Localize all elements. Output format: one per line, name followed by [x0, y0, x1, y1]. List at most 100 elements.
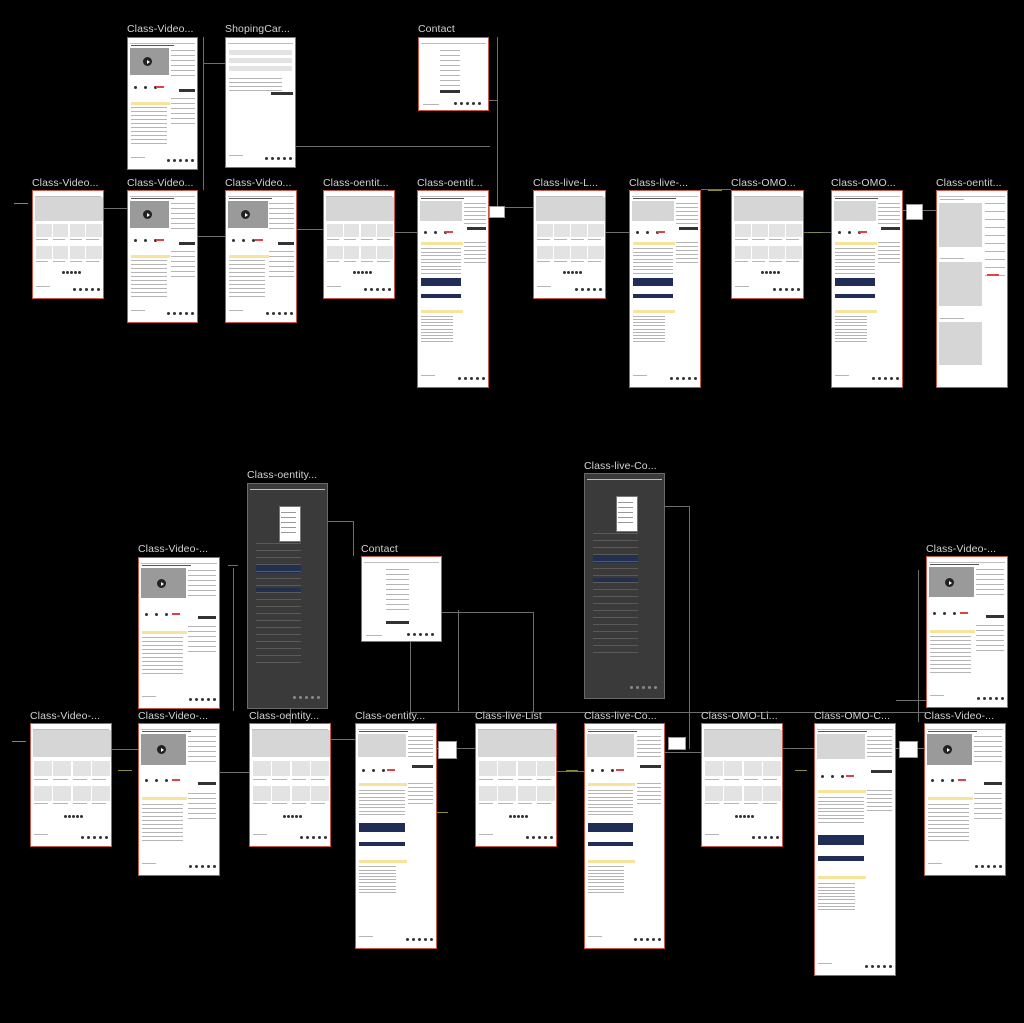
ui-block	[554, 238, 567, 240]
frame-title[interactable]: Class-oentity...	[355, 710, 425, 722]
ui-block	[360, 260, 373, 262]
ui-block	[142, 827, 183, 829]
course-title	[142, 731, 192, 733]
ui-block	[142, 819, 183, 821]
frame-title[interactable]: Class-Video...	[32, 177, 99, 189]
ui-block	[636, 794, 662, 796]
tab-icon	[951, 779, 954, 783]
frame-title[interactable]: Contact	[361, 543, 398, 555]
course-card	[588, 223, 604, 237]
artboard-frame[interactable]	[475, 723, 557, 847]
ui-block	[97, 288, 100, 291]
frame-title[interactable]: Class-oentit...	[417, 177, 483, 189]
artboard-frame[interactable]	[30, 723, 112, 847]
frame-title[interactable]: Class-live-List	[475, 710, 542, 722]
artboard-frame[interactable]	[225, 37, 296, 168]
artboard-frame[interactable]	[127, 190, 198, 323]
ui-block	[524, 814, 528, 818]
ui-block	[975, 865, 978, 868]
annotation-tag	[438, 741, 457, 759]
ui-block	[579, 270, 583, 274]
artboard-frame[interactable]	[138, 723, 220, 876]
frame-title[interactable]: Class-live-L...	[533, 177, 598, 189]
ui-block	[538, 836, 541, 839]
ui-block	[167, 312, 170, 315]
artboard-frame[interactable]	[701, 723, 783, 847]
artboard-frame[interactable]	[355, 723, 437, 949]
ui-block	[633, 251, 674, 253]
ui-block	[464, 223, 486, 224]
artboard-frame[interactable]	[936, 190, 1008, 388]
ui-block	[269, 265, 294, 267]
frame-title[interactable]: Class-Video-...	[138, 543, 208, 555]
artboard-frame[interactable]	[323, 190, 395, 299]
artboard-frame[interactable]	[924, 723, 1006, 876]
frame-title[interactable]: Class-live-...	[629, 177, 688, 189]
frame-title[interactable]: Contact	[418, 23, 455, 35]
ui-block	[818, 811, 864, 813]
frame-title[interactable]: Class-Video...	[127, 177, 194, 189]
ui-block	[928, 839, 969, 841]
frame-title[interactable]: Class-Video-...	[924, 710, 994, 722]
artboard-frame[interactable]	[418, 37, 489, 111]
course-card	[377, 223, 393, 237]
frame-title[interactable]: Class-Video-...	[926, 543, 996, 555]
ui-block	[928, 831, 969, 833]
artboard-frame[interactable]	[225, 190, 297, 323]
frame-title[interactable]: Class-OMO...	[831, 177, 896, 189]
ui-block	[785, 288, 788, 291]
frame-title[interactable]: Class-live-Co...	[584, 460, 657, 472]
ui-block	[289, 157, 292, 160]
ui-block	[253, 803, 268, 805]
course-card	[786, 223, 802, 237]
artboard-frame[interactable]	[584, 473, 665, 699]
ui-block	[878, 258, 900, 260]
frame-title[interactable]: Class-live-Co...	[584, 710, 657, 722]
frame-title[interactable]: Class-Video-...	[30, 710, 100, 722]
ui-block	[229, 292, 265, 294]
ui-block	[256, 626, 301, 628]
ui-block	[188, 751, 217, 752]
banner-dark	[593, 555, 639, 564]
course-card	[479, 761, 497, 777]
artboard-frame[interactable]	[814, 723, 896, 976]
frame-title[interactable]: Class-oentity...	[247, 469, 317, 481]
ui-block	[65, 270, 69, 274]
ui-block	[408, 802, 434, 804]
artboard-frame[interactable]	[731, 190, 804, 299]
frame-title[interactable]: Class-OMO...	[731, 177, 796, 189]
frame-title[interactable]: Class-oentit...	[936, 177, 1002, 189]
tab-icon	[242, 238, 245, 242]
artboard-frame[interactable]	[138, 557, 220, 709]
ui-block	[229, 310, 243, 311]
frame-title[interactable]: Class-OMO-C...	[814, 710, 890, 722]
ui-block	[599, 288, 602, 291]
course-card	[91, 786, 110, 801]
ui-block	[256, 556, 301, 558]
artboard-frame[interactable]	[249, 723, 331, 847]
artboard-frame[interactable]	[629, 190, 701, 388]
artboard-frame[interactable]	[533, 190, 606, 299]
artboard-frame[interactable]	[127, 37, 198, 170]
artboard-frame[interactable]	[361, 556, 442, 642]
frame-title[interactable]: Class-oentit...	[323, 177, 389, 189]
ui-block	[281, 522, 296, 523]
artboard-frame[interactable]	[831, 190, 903, 388]
ui-block	[406, 938, 409, 941]
artboard-frame[interactable]	[247, 483, 328, 709]
prototype-canvas[interactable]: Class-Video... ShopingCar... Contact Class-…	[0, 0, 1024, 1023]
course-card	[69, 245, 86, 259]
frame-title[interactable]: Class-Video...	[127, 23, 194, 35]
frame-title[interactable]: Class-oentity...	[249, 710, 319, 722]
frame-title[interactable]: ShopingCar...	[225, 23, 290, 35]
artboard-frame[interactable]	[417, 190, 489, 388]
submit-bar	[385, 621, 410, 624]
frame-title[interactable]: Class-Video...	[225, 177, 292, 189]
artboard-frame[interactable]	[584, 723, 665, 949]
frame-title[interactable]: Class-Video-...	[138, 710, 208, 722]
promo-banner	[421, 278, 462, 287]
artboard-frame[interactable]	[926, 556, 1008, 708]
artboard-frame[interactable]	[32, 190, 104, 299]
frame-title[interactable]: Class-OMO-Li...	[701, 710, 778, 722]
ui-block	[593, 553, 638, 555]
